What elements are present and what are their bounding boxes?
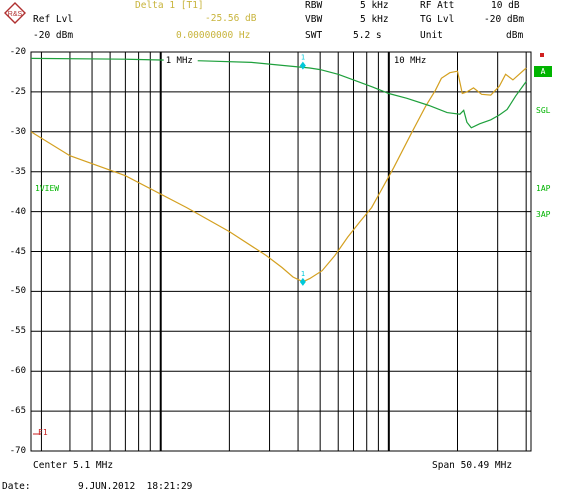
single-sweep-indicator: SGL [536, 106, 551, 115]
span: Span 50.49 MHz [432, 460, 513, 471]
trace-3ap-indicator: 3AP [536, 210, 551, 219]
y-tick-label: -35 [9, 166, 26, 177]
trace-a-badge[interactable]: A [534, 66, 552, 77]
y-tick-label: -25 [9, 86, 26, 97]
trace-1ap-indicator: 1AP [536, 184, 551, 193]
marker-green [299, 61, 306, 70]
marker-layer: 11 [33, 54, 306, 435]
date-label: Date: [2, 481, 31, 492]
marker-yellow [299, 277, 306, 286]
trace-a-badge-label: A [540, 67, 546, 76]
y-tick-label: -40 [9, 206, 26, 217]
y-tick-label: -20 [9, 47, 26, 57]
trace-yellow [30, 67, 527, 283]
grid-layer [30, 51, 532, 452]
spectrum-plot: 11 1 MHz 10 MHz [30, 51, 532, 452]
trace-green [30, 57, 527, 129]
y-tick-label: -30 [9, 126, 26, 137]
date-value: 9.JUN.2012 18:21:29 [78, 481, 193, 492]
y-tick-label: -55 [9, 326, 26, 337]
y-tick-label: -70 [9, 446, 26, 456]
frequency-line-f1-label: F1 [38, 428, 48, 437]
y-tick-label: -50 [9, 286, 26, 297]
y-tick-label: -65 [9, 406, 26, 417]
x-tick-label: 10 MHz [394, 56, 427, 66]
center-frequency: Center 5.1 MHz [33, 460, 114, 471]
y-tick-label: -45 [9, 246, 26, 257]
marker-label: 1 [301, 270, 305, 278]
view-indicator: 1VIEW [35, 184, 60, 193]
marker-label: 1 [301, 54, 305, 62]
x-tick-label: 1 MHz [166, 56, 193, 66]
y-tick-label: -60 [9, 366, 26, 377]
top-right-marker-icon [540, 53, 544, 57]
